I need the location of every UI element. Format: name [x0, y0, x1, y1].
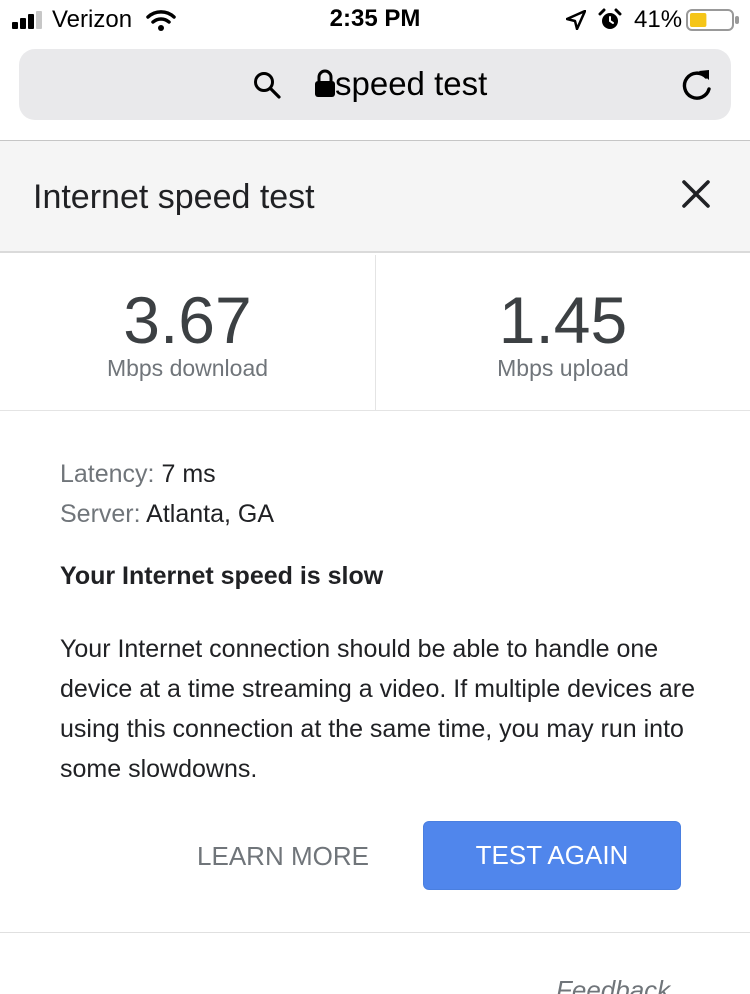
feedback-link[interactable]: Feedback — [556, 975, 670, 994]
download-metric: 3.67 Mbps download — [0, 255, 375, 410]
server-row: Server: Atlanta, GA — [60, 494, 700, 534]
server-value: Atlanta, GA — [146, 500, 275, 528]
latency-label: Latency: — [60, 460, 155, 488]
status-bar: Verizon 2:35 PM 41% — [0, 0, 750, 40]
address-query: speed test — [335, 65, 488, 102]
reload-icon[interactable] — [679, 66, 715, 104]
upload-label: Mbps upload — [497, 355, 629, 381]
address-bar[interactable]: speed test — [19, 49, 731, 120]
result-headline: Your Internet speed is slow — [60, 562, 384, 590]
alarm-icon — [598, 8, 622, 29]
server-label: Server: — [60, 500, 141, 528]
result-description: Your Internet connection should be able … — [60, 635, 696, 783]
test-details: Latency: 7 ms Server: Atlanta, GA — [60, 454, 700, 534]
battery-percent: 41% — [634, 6, 683, 33]
card-header: Internet speed test — [0, 141, 750, 253]
card-title: Internet speed test — [33, 178, 315, 216]
close-icon[interactable] — [672, 170, 720, 218]
latency-row: Latency: 7 ms — [60, 454, 700, 494]
upload-value: 1.45 — [498, 283, 628, 357]
battery-icon — [686, 9, 739, 31]
speed-metrics: 3.67 Mbps download 1.45 Mbps upload — [0, 255, 750, 411]
latency-value: 7 ms — [161, 460, 216, 488]
learn-more-button[interactable]: LEARN MORE — [174, 822, 392, 890]
footer-divider — [0, 932, 750, 933]
test-again-button[interactable]: TEST AGAIN — [423, 821, 681, 890]
download-value: 3.67 — [123, 283, 252, 357]
search-icon — [254, 72, 281, 99]
lock-icon — [315, 69, 335, 97]
download-label: Mbps download — [106, 355, 269, 381]
location-arrow-icon — [566, 10, 586, 30]
upload-metric: 1.45 Mbps upload — [375, 255, 750, 410]
